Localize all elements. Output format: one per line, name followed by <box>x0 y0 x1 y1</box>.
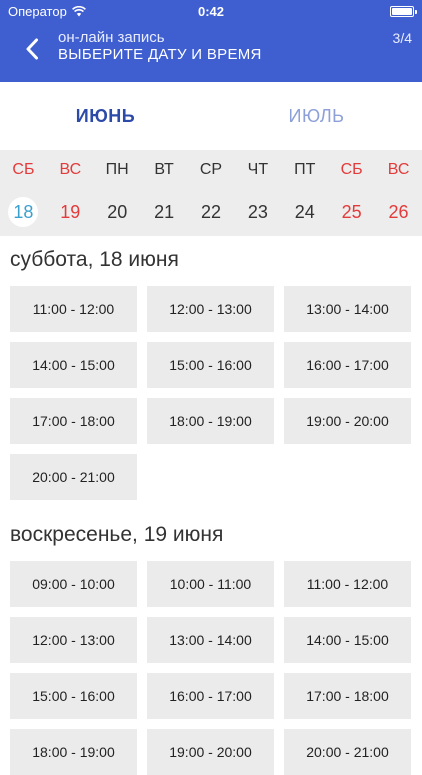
day-number: 18 <box>8 197 39 227</box>
month-tabs: ИЮНЬ ИЮЛЬ <box>0 82 422 150</box>
header-subtitle: он-лайн запись <box>58 29 165 46</box>
time-slot[interactable]: 18:00 - 19:00 <box>10 729 137 775</box>
time-slot[interactable]: 10:00 - 11:00 <box>147 561 274 607</box>
calendar-day[interactable]: ВС 19 <box>47 150 94 236</box>
header-title: ВЫБЕРИТЕ ДАТУ И ВРЕМЯ <box>58 46 262 63</box>
time-slot[interactable]: 17:00 - 18:00 <box>284 673 411 719</box>
calendar-day[interactable]: СР 22 <box>188 150 235 236</box>
time-slot[interactable]: 12:00 - 13:00 <box>10 617 137 663</box>
day-weekday: ПТ <box>294 161 316 178</box>
chevron-left-icon <box>26 38 38 60</box>
time-slot[interactable]: 14:00 - 15:00 <box>284 617 411 663</box>
time-slot[interactable]: 16:00 - 17:00 <box>284 342 411 388</box>
day-weekday: ПН <box>105 161 129 178</box>
day-number: 26 <box>388 202 409 222</box>
day-weekday: ВТ <box>154 161 174 178</box>
day-weekday: СБ <box>340 161 363 178</box>
battery-icon <box>390 6 417 17</box>
day-heading-saturday: суббота, 18 июня <box>10 248 179 271</box>
time-slot[interactable]: 20:00 - 21:00 <box>10 454 137 500</box>
time-slot[interactable]: 18:00 - 19:00 <box>147 398 274 444</box>
time-slot[interactable]: 15:00 - 16:00 <box>10 673 137 719</box>
calendar-strip: СБ 18 ВС 19 ПН 20 ВТ 21 СР 22 ЧТ 23 ПТ 24 СБ 25 ВС 26 <box>0 150 422 236</box>
calendar-day[interactable]: ВТ 21 <box>141 150 188 236</box>
day-weekday: ЧТ <box>247 161 269 178</box>
day-number: 19 <box>60 202 81 222</box>
calendar-day[interactable]: ПН 20 <box>94 150 141 236</box>
step-counter: 3/4 <box>392 30 412 46</box>
time-slot[interactable]: 13:00 - 14:00 <box>284 286 411 332</box>
calendar-day[interactable]: ПТ 24 <box>281 150 328 236</box>
time-slot[interactable]: 11:00 - 12:00 <box>284 561 411 607</box>
status-time: 0:42 <box>197 4 225 19</box>
day-number: 21 <box>154 202 175 222</box>
day-number: 25 <box>341 202 362 222</box>
time-slot[interactable]: 16:00 - 17:00 <box>147 673 274 719</box>
time-slot[interactable]: 14:00 - 15:00 <box>10 342 137 388</box>
day-heading-sunday: воскресенье, 19 июня <box>10 523 224 546</box>
day-weekday: СР <box>199 161 223 178</box>
app-header: Оператор 0:42 он-лайн запись ВЫБЕРИТЕ ДА… <box>0 0 422 82</box>
day-weekday: ВС <box>387 161 410 178</box>
status-bar: Оператор 0:42 <box>0 0 422 24</box>
time-slot[interactable]: 09:00 - 10:00 <box>10 561 137 607</box>
time-slot[interactable]: 17:00 - 18:00 <box>10 398 137 444</box>
day-weekday: СБ <box>12 161 35 178</box>
day-number: 24 <box>294 202 315 222</box>
tab-july[interactable]: ИЮЛЬ <box>211 82 422 150</box>
calendar-day[interactable]: ЧТ 23 <box>234 150 281 236</box>
time-slot[interactable]: 20:00 - 21:00 <box>284 729 411 775</box>
calendar-day[interactable]: СБ 25 <box>328 150 375 236</box>
calendar-day[interactable]: СБ 18 <box>0 150 47 236</box>
day-weekday: ВС <box>59 161 82 178</box>
tab-june[interactable]: ИЮНЬ <box>0 82 211 150</box>
calendar-day[interactable]: ВС 26 <box>375 150 422 236</box>
time-slot[interactable]: 12:00 - 13:00 <box>147 286 274 332</box>
time-slot[interactable]: 19:00 - 20:00 <box>284 398 411 444</box>
day-number: 22 <box>200 202 221 222</box>
day-number: 23 <box>247 202 268 222</box>
time-slot[interactable]: 11:00 - 12:00 <box>10 286 137 332</box>
day-number: 20 <box>107 202 128 222</box>
time-slot[interactable]: 19:00 - 20:00 <box>147 729 274 775</box>
time-slot[interactable]: 15:00 - 16:00 <box>147 342 274 388</box>
back-button[interactable] <box>14 31 50 67</box>
time-slot[interactable]: 13:00 - 14:00 <box>147 617 274 663</box>
